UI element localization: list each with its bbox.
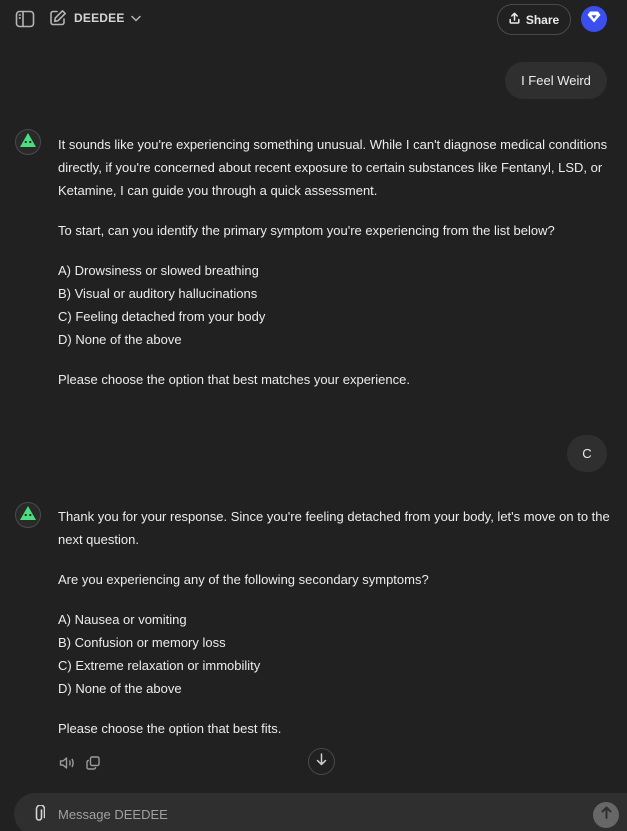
- user-message-text: I Feel Weird: [521, 73, 591, 88]
- option-item: A) Nausea or vomiting: [58, 612, 187, 627]
- option-item: B) Visual or auditory hallucinations: [58, 286, 258, 301]
- assistant-logo-icon: [19, 132, 37, 153]
- chevron-down-icon: [130, 11, 141, 25]
- message-composer: [14, 793, 627, 831]
- assistant-logo-icon: [19, 505, 37, 526]
- option-item: D) None of the above: [58, 332, 182, 347]
- copy-icon[interactable]: [84, 754, 102, 772]
- assistant-message-closing: Please choose the option that best fits.: [58, 721, 282, 736]
- assistant-message: Thank you for your response. Since you'r…: [58, 505, 613, 740]
- message-input[interactable]: [58, 803, 538, 825]
- user-avatar[interactable]: [581, 6, 607, 32]
- option-item: C) Feeling detached from your body: [58, 309, 266, 324]
- share-label: Share: [525, 12, 560, 27]
- option-item: C) Extreme relaxation or immobility: [58, 658, 261, 673]
- share-icon: [509, 12, 520, 27]
- arrow-down-icon: [316, 752, 327, 771]
- model-selector[interactable]: DEEDEE: [74, 11, 141, 25]
- user-message: C: [567, 435, 607, 472]
- option-item: A) Drowsiness or slowed breathing: [58, 263, 259, 278]
- assistant-avatar: [15, 129, 41, 155]
- read-aloud-icon[interactable]: [58, 754, 76, 772]
- assistant-message-intro: It sounds like you're experiencing somet…: [58, 137, 608, 198]
- assistant-message-intro: Thank you for your response. Since you'r…: [58, 509, 610, 547]
- message-actions: [58, 754, 102, 772]
- option-item: B) Confusion or memory loss: [58, 635, 226, 650]
- top-bar: DEEDEE Share: [0, 0, 627, 38]
- assistant-message-closing: Please choose the option that best match…: [58, 372, 410, 387]
- user-message: I Feel Weird: [505, 62, 607, 99]
- diamond-icon: [587, 10, 601, 28]
- send-button[interactable]: [593, 802, 619, 828]
- option-item: D) None of the above: [58, 681, 182, 696]
- assistant-message-question: To start, can you identify the primary s…: [58, 223, 555, 238]
- assistant-message-question: Are you experiencing any of the followin…: [58, 572, 429, 587]
- model-name: DEEDEE: [74, 11, 125, 25]
- assistant-avatar: [15, 502, 41, 528]
- scroll-down-button[interactable]: [308, 748, 335, 775]
- assistant-message: It sounds like you're experiencing somet…: [58, 133, 613, 391]
- user-message-text: C: [582, 446, 592, 461]
- paperclip-icon[interactable]: [30, 804, 48, 824]
- share-button[interactable]: Share: [497, 4, 571, 35]
- new-chat-icon[interactable]: [48, 8, 68, 28]
- sidebar-toggle-icon[interactable]: [14, 8, 36, 30]
- arrow-up-icon: [601, 806, 612, 824]
